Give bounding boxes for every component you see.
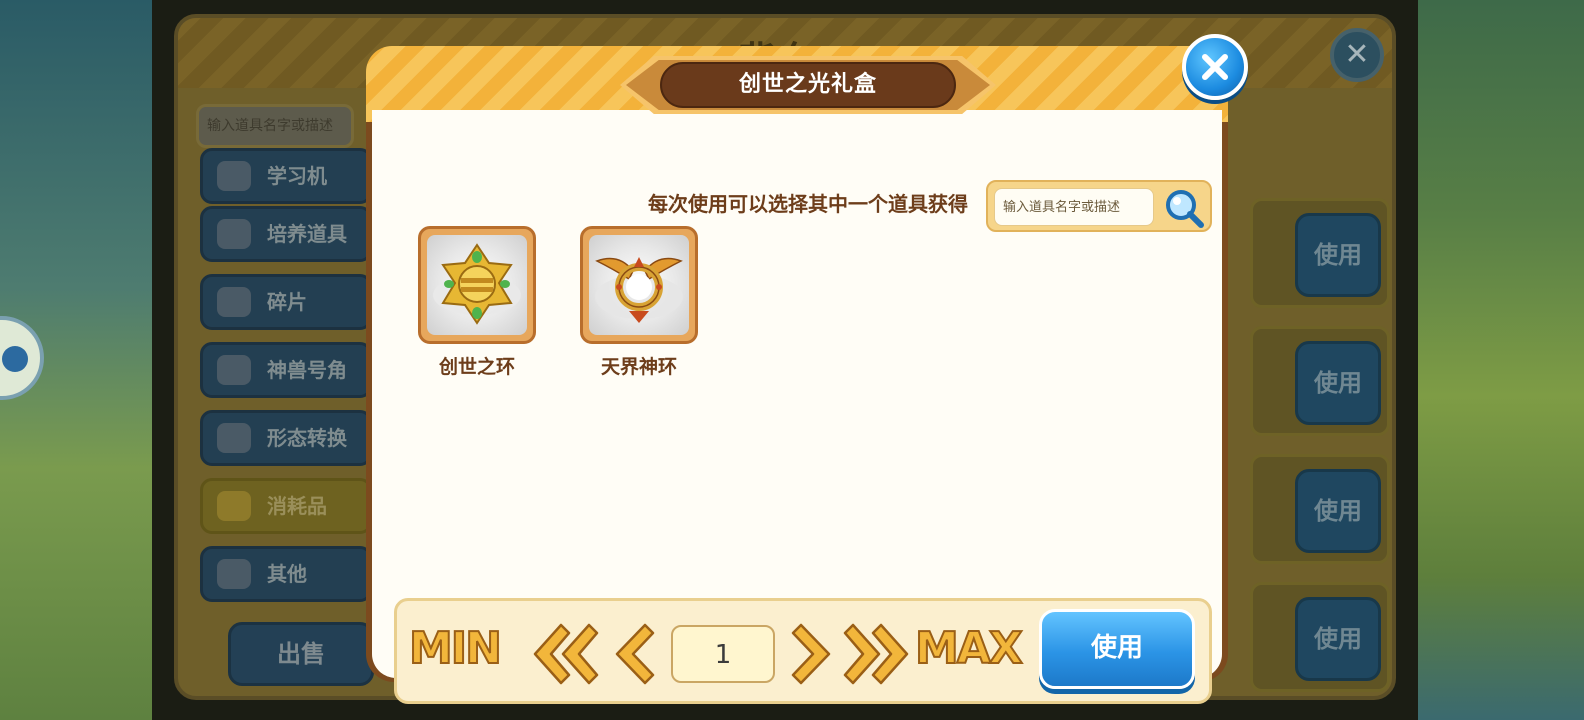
celestial-ring-icon [595, 257, 683, 323]
category-fragments[interactable]: 碎片 [200, 274, 372, 330]
bag-close-button[interactable]: ✕ [1330, 28, 1384, 82]
gift-box-dialog: 每次使用可以选择其中一个道具获得 输入道具名字或描述 创世之环 天界神环 MIN… [366, 34, 1248, 704]
row-use-button[interactable]: 使用 [1295, 597, 1381, 681]
close-icon: ✕ [1344, 37, 1370, 72]
item-frame [580, 226, 698, 344]
category-label: 碎片 [267, 290, 307, 314]
category-label: 神兽号角 [267, 358, 347, 382]
category-label: 培养道具 [267, 222, 347, 246]
side-toggle-handle[interactable] [0, 316, 44, 400]
sell-button[interactable]: 出售 [228, 622, 374, 686]
dialog-close-button[interactable] [1182, 34, 1248, 100]
puzzle-piece-icon [217, 287, 251, 317]
quantity-input[interactable]: 1 [671, 625, 775, 683]
row-use-button[interactable]: 使用 [1295, 469, 1381, 553]
dialog-title-plate: 创世之光礼盒 [620, 50, 998, 120]
learning-machine-icon [217, 161, 251, 191]
bag-item-row: 使用 [1250, 198, 1390, 308]
row-use-button[interactable]: 使用 [1295, 341, 1381, 425]
category-form-change[interactable]: 形态转换 [200, 410, 372, 466]
category-training-items[interactable]: 培养道具 [200, 206, 372, 262]
category-other[interactable]: 其他 [200, 546, 372, 602]
category-label: 形态转换 [267, 426, 347, 450]
item-frame [418, 226, 536, 344]
dialog-body: 每次使用可以选择其中一个道具获得 输入道具名字或描述 创世之环 天界神环 MIN… [372, 110, 1222, 704]
close-icon [1202, 54, 1228, 80]
chevron-left-icon[interactable] [611, 623, 657, 685]
double-chevron-right-icon[interactable] [841, 623, 911, 685]
category-horn[interactable]: 神兽号角 [200, 342, 372, 398]
right-background-scenery [1418, 0, 1584, 720]
item-name: 天界神环 [600, 356, 677, 378]
item-name: 创世之环 [438, 356, 515, 378]
use-button[interactable]: 使用 [1039, 609, 1195, 689]
feather-icon [217, 423, 251, 453]
left-background-scenery [0, 0, 152, 720]
category-label: 学习机 [267, 164, 327, 188]
item-search-input[interactable] [994, 188, 1154, 226]
row-use-button[interactable]: 使用 [1295, 213, 1381, 297]
dialog-instruction: 每次使用可以选择其中一个道具获得 [648, 192, 968, 216]
horn-icon [217, 355, 251, 385]
category-label: 消耗品 [267, 494, 327, 518]
dialog-title: 创世之光礼盒 [738, 72, 877, 97]
magnifier-icon [217, 559, 251, 589]
item-search-box [986, 180, 1212, 232]
max-quantity-button[interactable]: MAX [914, 622, 1024, 675]
category-learning-machine[interactable]: 学习机 [200, 148, 372, 204]
bag-search-input[interactable]: 输入道具名字或描述 [196, 104, 354, 148]
min-quantity-button[interactable]: MIN [408, 622, 503, 675]
bag-item-row: 使用 [1250, 454, 1390, 564]
category-consumables[interactable]: 消耗品 [200, 478, 372, 534]
double-chevron-left-icon[interactable] [531, 623, 601, 685]
bag-item-row: 使用 [1250, 326, 1390, 436]
box-icon [217, 491, 251, 521]
search-icon[interactable] [1162, 186, 1206, 230]
quantity-bar: MIN 1 MAX 使用 [394, 598, 1212, 704]
category-label: 其他 [267, 562, 307, 586]
bag-item-row: 使用 [1250, 582, 1390, 692]
genesis-ring-icon [433, 243, 521, 325]
chevron-right-icon[interactable] [789, 623, 835, 685]
training-items-icon [217, 219, 251, 249]
